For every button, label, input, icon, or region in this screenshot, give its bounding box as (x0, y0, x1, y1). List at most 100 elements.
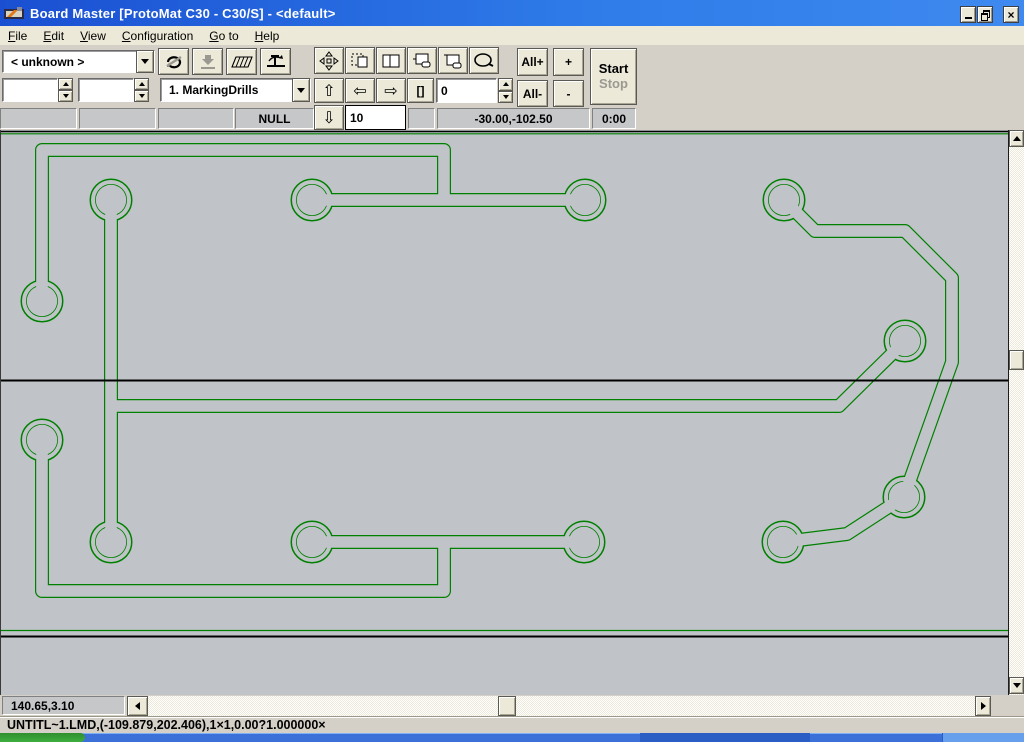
append-block-button[interactable] (438, 47, 468, 74)
menu-item-help[interactable]: Help (247, 27, 288, 45)
minimize-button[interactable] (960, 6, 976, 23)
phase-combobox[interactable]: 1. MarkingDrills (160, 78, 311, 102)
vertical-scrollbar[interactable] (1008, 130, 1024, 695)
menu-item-configuration[interactable]: Configuration (114, 27, 201, 45)
move-head-icon (319, 51, 339, 71)
zoom-button[interactable] (469, 47, 499, 74)
rubout-area-icon (231, 55, 253, 69)
start-button[interactable] (0, 733, 85, 742)
jog-left-button[interactable]: ⇦ (345, 78, 375, 103)
taskbar-highlight (0, 733, 1024, 734)
select-value-spinner[interactable] (498, 78, 513, 103)
window-title: Board Master [ProtoMat C30 - C30/S] - <d… (30, 6, 336, 21)
material-combobox-value: < unknown > (3, 55, 136, 69)
scroll-left-button[interactable] (127, 696, 148, 716)
title-bar[interactable]: Board Master [ProtoMat C30 - C30/S] - <d… (0, 0, 1024, 26)
horizontal-scrollbar[interactable] (148, 696, 991, 716)
status-cell-3 (158, 108, 234, 129)
scroll-down-button[interactable] (1009, 677, 1024, 694)
vertical-scroll-thumb[interactable] (1009, 350, 1024, 370)
copy-block-button[interactable] (345, 47, 375, 74)
x-coordinate-spinner[interactable] (58, 78, 73, 102)
minus-button[interactable]: - (553, 80, 584, 107)
mirror-block-icon (381, 52, 401, 70)
move-head-button[interactable] (314, 47, 344, 74)
spin-up-icon[interactable] (58, 78, 73, 90)
system-tray (942, 733, 1024, 742)
jog-right-button[interactable]: ⇨ (376, 78, 406, 103)
head-position-cell: -30.00,-102.50 (437, 108, 590, 129)
spin-up-icon[interactable] (134, 78, 149, 90)
redraw-button[interactable] (158, 48, 189, 75)
step-size-field[interactable]: 10 (345, 105, 406, 130)
insert-block-icon (412, 52, 432, 70)
tool-exchange-position-button[interactable] (260, 48, 291, 75)
material-combobox[interactable]: < unknown > (2, 50, 155, 73)
menu-item-file[interactable]: File (0, 27, 35, 45)
insert-block-button[interactable] (407, 47, 437, 74)
menu-bar: FileEditViewConfigurationGo toHelp (0, 26, 1024, 46)
spin-down-icon[interactable] (498, 91, 513, 104)
app-icon (4, 6, 24, 21)
spin-up-icon[interactable] (498, 78, 513, 91)
menu-item-edit[interactable]: Edit (35, 27, 72, 45)
toolbar: < unknown > (0, 45, 1024, 130)
x-coordinate-field[interactable] (2, 78, 58, 102)
tool-status-cell: NULL (235, 108, 314, 129)
plus-button[interactable]: + (553, 48, 584, 76)
file-info-text: UNTITL~1.LMD,(-109.879,202.406),1×1,0.00… (7, 718, 326, 732)
y-coordinate-field[interactable] (78, 78, 134, 102)
jog-down-button[interactable]: ⇩ (314, 105, 344, 130)
scroll-right-icon (981, 702, 986, 710)
arrow-left-icon: ⇦ (353, 83, 366, 99)
arrow-right-icon: ⇨ (384, 83, 397, 99)
pcb-board-drawing (1, 130, 1009, 695)
redraw-icon (164, 53, 184, 71)
y-coordinate-spinner[interactable] (134, 78, 149, 102)
all-plus-button[interactable]: All+ (517, 48, 548, 76)
restore-button[interactable] (977, 6, 993, 23)
start-label: Start (599, 62, 629, 77)
phase-combobox-value: 1. MarkingDrills (161, 83, 292, 97)
brackets-button[interactable]: [] (407, 78, 434, 103)
spin-down-icon[interactable] (58, 90, 73, 102)
rubout-area-button[interactable] (226, 48, 257, 75)
tool-exchange-icon (266, 53, 286, 71)
jog-up-button[interactable]: ⇧ (314, 78, 344, 103)
status-bar: UNTITL~1.LMD,(-109.879,202.406),1×1,0.00… (0, 716, 1024, 733)
select-value-field[interactable]: 0 (436, 78, 497, 103)
all-minus-button[interactable]: All- (517, 80, 548, 107)
append-block-icon (443, 52, 463, 70)
close-button[interactable]: × (1003, 6, 1019, 23)
status-cell-1 (0, 108, 77, 129)
start-stop-button[interactable]: Start Stop (590, 48, 637, 105)
status-cell-2 (79, 108, 156, 129)
cursor-position-cell: 140.65,3.10 (2, 696, 125, 715)
arrow-up-icon: ⇧ (322, 83, 335, 99)
material-combobox-dropdown-button[interactable] (136, 50, 154, 73)
spin-down-icon[interactable] (134, 90, 149, 102)
stop-label: Stop (599, 77, 628, 92)
horizontal-scrollbar-row: 140.65,3.10 (0, 695, 1024, 716)
scroll-down-icon (1013, 683, 1021, 688)
phase-combobox-dropdown-button[interactable] (292, 78, 310, 102)
head-down-button[interactable] (192, 48, 223, 75)
mirror-block-button[interactable] (376, 47, 406, 74)
arrow-down-icon: ⇩ (322, 110, 335, 126)
copy-block-icon (350, 52, 370, 70)
pcb-canvas[interactable] (0, 130, 1008, 695)
status-cell-small (408, 108, 435, 129)
taskbar-app-button[interactable] (640, 733, 810, 742)
scroll-left-icon (135, 702, 140, 710)
zoom-icon (473, 53, 495, 69)
head-down-icon (199, 54, 217, 70)
scroll-right-button[interactable] (975, 696, 991, 716)
horizontal-scroll-thumb[interactable] (498, 696, 516, 716)
scroll-up-button[interactable] (1009, 130, 1024, 147)
menu-item-view[interactable]: View (72, 27, 114, 45)
board-master-window: Board Master [ProtoMat C30 - C30/S] - <d… (0, 0, 1024, 742)
taskbar[interactable] (0, 733, 1024, 742)
scroll-up-icon (1013, 136, 1021, 141)
menu-item-go-to[interactable]: Go to (201, 27, 246, 45)
elapsed-time-cell: 0:00 (592, 108, 636, 129)
